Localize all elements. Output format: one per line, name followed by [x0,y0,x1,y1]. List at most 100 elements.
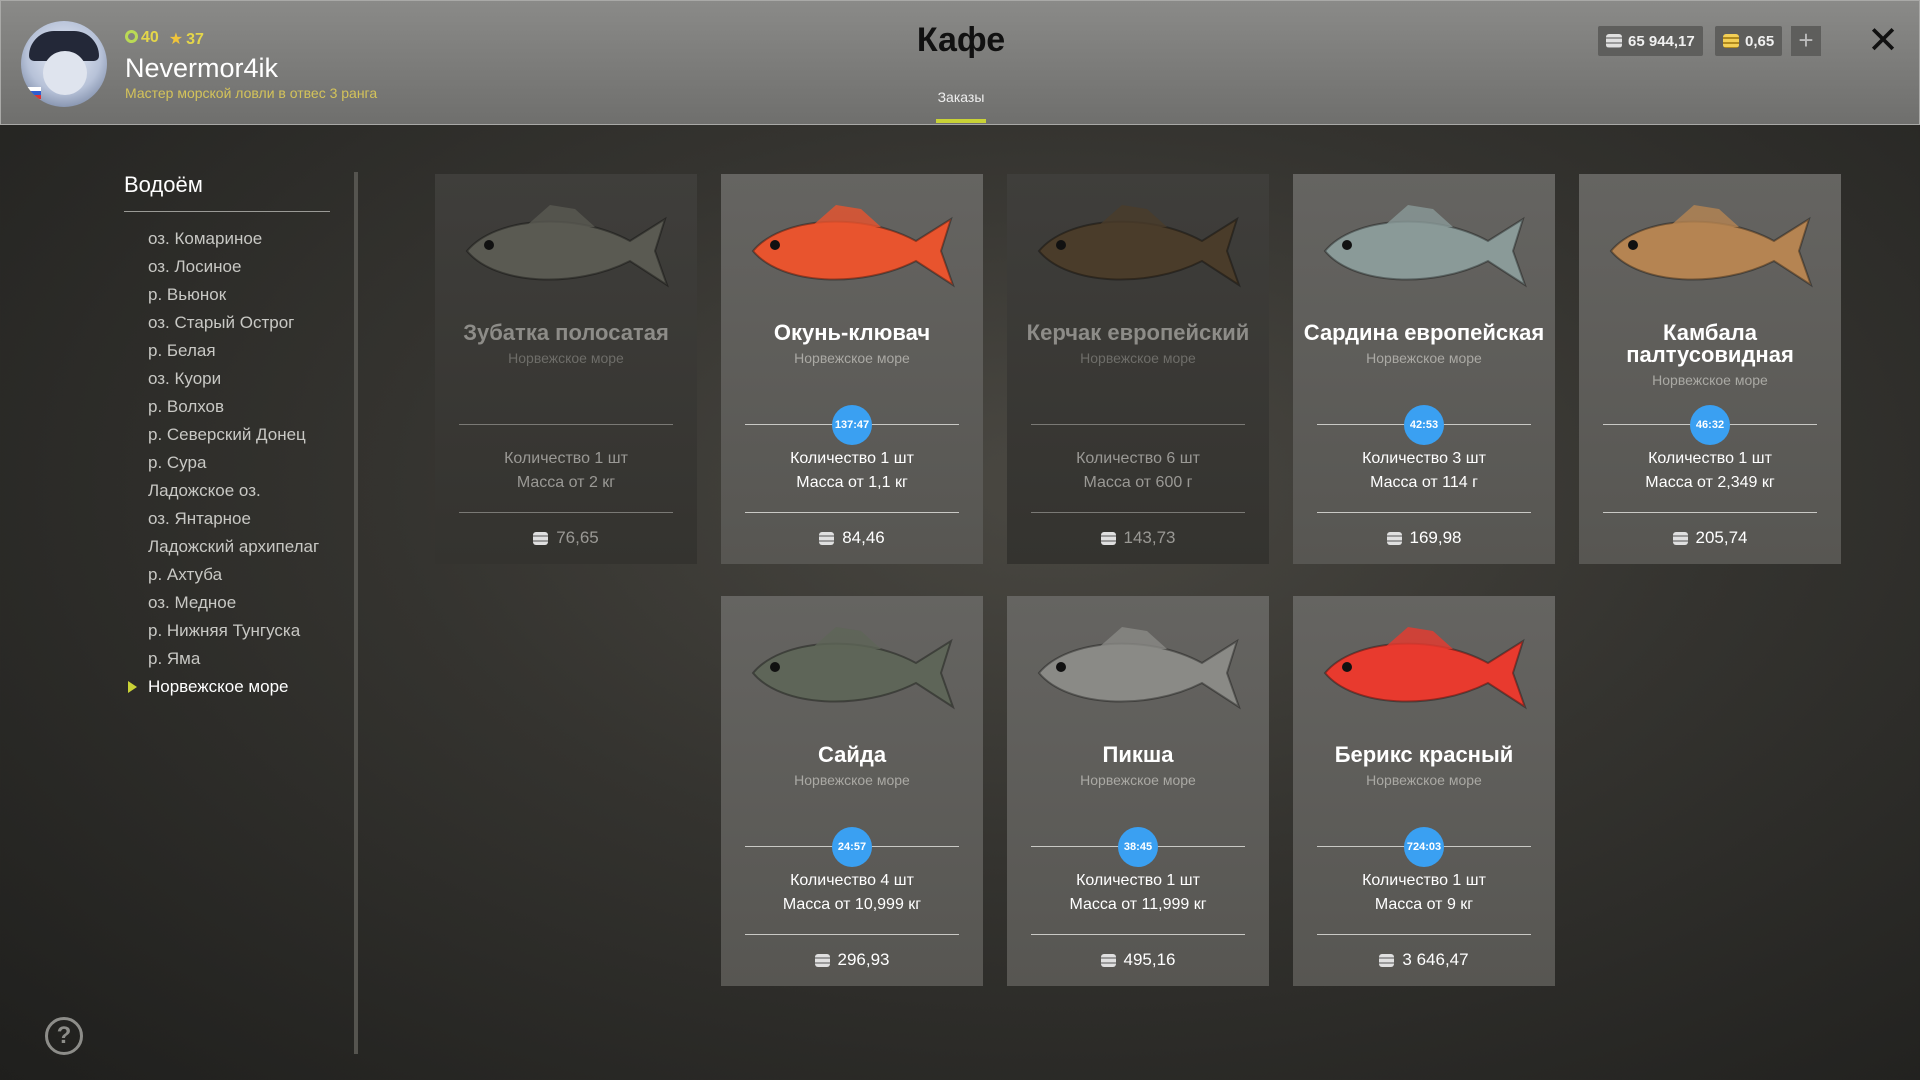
sidebar-item-label: р. Вьюнок [148,285,227,304]
order-timer: 46:32 [1690,405,1730,445]
fish-image [455,189,677,309]
fish-location: Норвежское море [1080,350,1196,366]
close-button[interactable]: ✕ [1863,21,1903,61]
order-card[interactable]: Керчак европейский Норвежское море Количес… [1007,174,1269,564]
sidebar-item[interactable]: р. Вьюнок [148,281,319,309]
order-price-value: 84,46 [842,528,885,547]
sidebar-item[interactable]: оз. Старый Острог [148,309,319,337]
order-mass: Масса от 2 кг [516,474,616,491]
order-card[interactable]: Зубатка полосатая Норвежское море Количест… [435,174,697,564]
fish-location: Норвежское море [1366,772,1482,788]
order-price-value: 296,93 [837,950,890,969]
order-card[interactable]: Сардина европейская Норвежское море 42:53 К… [1293,174,1555,564]
silver-balance: 65 944,17 [1598,26,1703,56]
fish-image [1027,189,1249,309]
order-quantity: Количество 1 шт [1076,872,1200,889]
selected-arrow-icon [128,681,137,693]
sidebar-item-label: р. Волхов [148,397,225,416]
fish-location: Норвежское море [1080,772,1196,788]
fish-location: Норвежское море [508,350,624,366]
card-divider [459,424,673,425]
silver-coin-icon [814,953,830,967]
sardine-icon [1323,205,1527,288]
card-divider [459,512,673,513]
pollock-icon [751,627,955,710]
fish-name: Сайда [817,742,887,767]
order-price: 205,74 [1579,528,1841,548]
order-price-value: 143,73 [1123,528,1176,547]
sidebar-item[interactable]: Норвежское море [128,673,319,701]
order-timer: 724:03 [1404,827,1444,867]
sidebar-item[interactable]: оз. Янтарное [148,505,319,533]
sidebar-item-label: р. Нижняя Тунгуска [148,621,301,640]
sidebar-item[interactable]: оз. Куори [148,365,319,393]
sidebar-item[interactable]: Ладожский архипелаг [148,533,319,561]
sidebar-item-label: р. Северский Донец [148,425,306,444]
sidebar-item-label: оз. Медное [148,593,237,612]
sidebar-item[interactable]: р. Волхов [148,393,319,421]
sidebar-item[interactable]: р. Яма [148,645,319,673]
sidebar-item-label: р. Белая [148,341,216,360]
sidebar-item-label: оз. Янтарное [148,509,251,528]
sidebar-item[interactable]: р. Северский Донец [148,421,319,449]
silver-value: 65 944,17 [1628,32,1695,50]
order-card[interactable]: Сайда Норвежское море 24:57 Количество 4 шт… [721,596,983,986]
top-bar: 40 ★ 37 Nevermor4ik Мастер морской ловли … [0,0,1920,125]
sidebar-item[interactable]: р. Белая [148,337,319,365]
sculpin-icon [1037,205,1241,288]
help-icon: ? [56,1022,72,1049]
sidebar-item-label: оз. Куори [148,369,222,388]
sidebar-item[interactable]: Ладожское оз. [148,477,319,505]
fish-name: Окунь-клювач [773,320,931,345]
order-quantity: Количество 1 шт [1362,872,1486,889]
fish-location: Норвежское море [1366,350,1482,366]
fish-image [1313,611,1535,731]
fish-image [1027,611,1249,731]
order-price: 76,65 [435,528,697,548]
fish-name: Сардина европейская [1303,320,1545,345]
help-button[interactable]: ? [45,1017,83,1055]
fish-image [1313,189,1535,309]
tab-orders[interactable]: Заказы [931,89,991,105]
silver-coin-icon [819,531,835,545]
gold-value: 0,65 [1745,32,1775,50]
order-price-value: 205,74 [1695,528,1748,547]
order-price: 495,16 [1007,950,1269,970]
card-divider [1031,934,1245,935]
order-card[interactable]: Пикша Норвежское море 38:45 Количество 1 шт… [1007,596,1269,986]
order-quantity: Количество 6 шт [1076,450,1200,467]
card-divider [745,512,959,513]
sidebar-item-label: Норвежское море [148,677,289,696]
order-card[interactable]: Камбала палтусовидная Норвежское море 46:3… [1579,174,1841,564]
order-card[interactable]: Берикс красный Норвежское море 724:03 Колич… [1293,596,1555,986]
order-price: 169,98 [1293,528,1555,548]
order-card[interactable]: Окунь-клювач Норвежское море 137:47 Количес… [721,174,983,564]
order-mass: Масса от 2,349 кг [1645,474,1775,491]
order-quantity: Количество 3 шт [1362,450,1486,467]
silver-coin-icon [1379,953,1395,967]
sidebar-item[interactable]: р. Сура [148,449,319,477]
flounder-icon [1609,205,1813,288]
order-mass: Масса от 600 г [1083,474,1193,491]
alfonsino-icon [1323,627,1527,710]
sidebar-item-label: Ладожское оз. [148,481,261,500]
order-mass: Масса от 9 кг [1374,896,1474,913]
sidebar-scrollbar[interactable] [354,172,358,1054]
silver-coin-icon [1672,531,1688,545]
add-currency-button[interactable]: + [1791,26,1821,56]
sidebar-item[interactable]: р. Ахтуба [148,561,319,589]
fish-image [741,189,963,309]
card-divider [1603,512,1817,513]
sidebar-item[interactable]: оз. Комариное [148,225,319,253]
sidebar-item-label: р. Сура [148,453,207,472]
sidebar-item[interactable]: оз. Медное [148,589,319,617]
order-mass: Масса от 10,999 кг [782,896,922,913]
order-timer: 24:57 [832,827,872,867]
sidebar-item[interactable]: оз. Лосиное [148,253,319,281]
fish-name: Керчак европейский [1026,320,1250,345]
sidebar-item[interactable]: р. Нижняя Тунгуска [148,617,319,645]
gold-coin-icon [1723,34,1739,48]
fish-name: Зубатка полосатая [463,320,669,345]
order-timer: 137:47 [832,405,872,445]
sidebar-item-label: Ладожский архипелаг [148,537,320,556]
